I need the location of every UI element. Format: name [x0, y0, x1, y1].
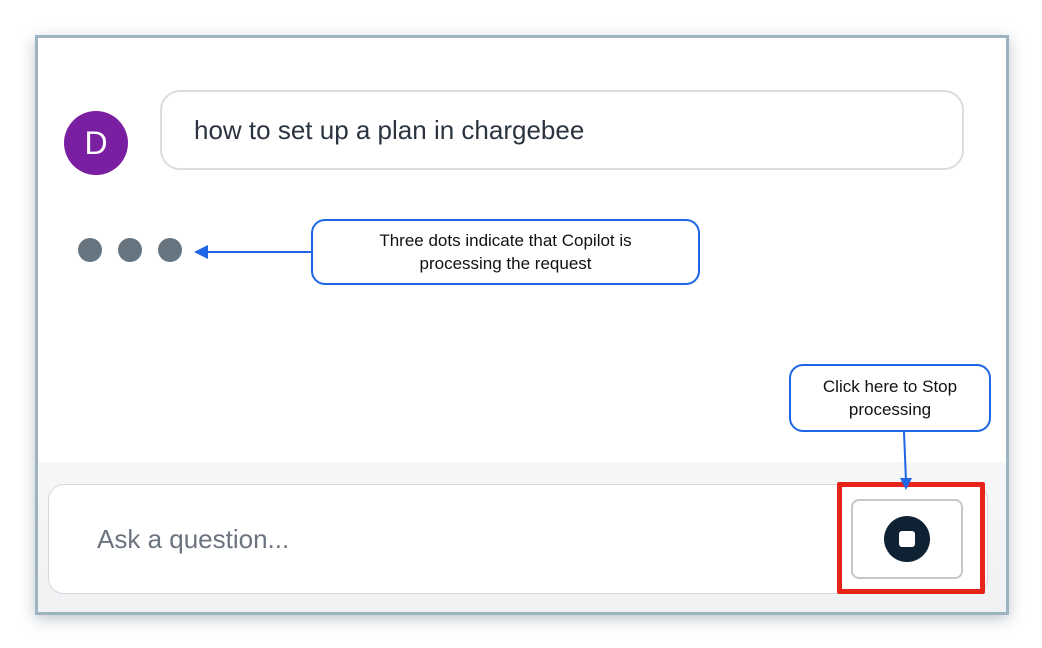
- arrow-left-icon: [194, 245, 208, 259]
- chat-panel: D how to set up a plan in chargebee Thre…: [35, 35, 1009, 615]
- annotation-arrows: [194, 245, 912, 490]
- arrow-down-icon: [900, 478, 912, 490]
